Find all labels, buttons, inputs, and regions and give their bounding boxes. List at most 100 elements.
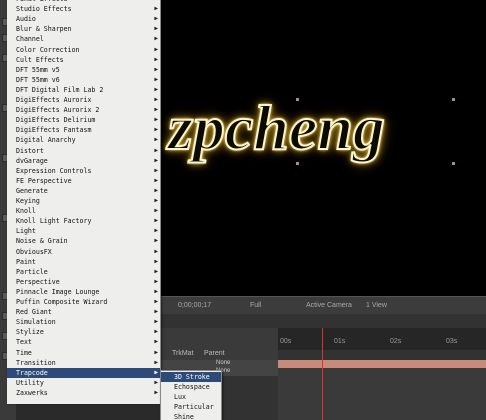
menu-item[interactable]: Knoll Light Factory ▶: [7, 216, 160, 226]
menu-item[interactable]: Cult Effects ▶: [7, 55, 160, 65]
menu-item[interactable]: DFT 55mm v6 ▶: [7, 75, 160, 85]
ruler-tick-label: 00s: [280, 338, 292, 345]
submenu-arrow-icon: ▶: [154, 55, 158, 63]
menu-item-label: Text: [16, 338, 32, 347]
menu-item[interactable]: Red Giant ▶: [7, 307, 160, 317]
submenu-arrow-icon: ▶: [154, 186, 158, 194]
menu-item[interactable]: DFT 55mm v5 ▶: [7, 65, 160, 75]
menu-item[interactable]: Text ▶: [7, 337, 160, 347]
layer-handle[interactable]: [296, 98, 299, 101]
submenu-arrow-icon: ▶: [154, 96, 158, 103]
menu-item[interactable]: Utility ▶: [7, 378, 160, 388]
menu-item[interactable]: DigiEffects Aurorix 2 ▶: [7, 105, 160, 115]
submenu-arrow-icon: ▶: [154, 126, 158, 134]
menu-item-label: Pinnacle Image Lounge: [16, 287, 100, 296]
layer-row[interactable]: None: [160, 360, 278, 368]
ruler-tick-label: 03s: [446, 338, 458, 345]
menu-item-label: Audio: [16, 15, 36, 24]
menu-item-label: Distort: [16, 146, 44, 155]
submenu-arrow-icon: ▶: [154, 378, 158, 386]
menu-item[interactable]: Knoll ▶: [7, 206, 160, 216]
view-layout-dropdown[interactable]: 1 View: [366, 302, 387, 309]
menu-item[interactable]: Color Correction ▶: [7, 45, 160, 55]
menu-item[interactable]: DigiEffects Fantasm ▶: [7, 125, 160, 135]
submenu-item[interactable]: Echospace: [161, 382, 221, 392]
menu-item-label: Keying: [16, 197, 40, 205]
menu-item[interactable]: Audio ▶: [7, 14, 160, 24]
menu-item[interactable]: Generate ▶: [7, 186, 160, 196]
menu-item-label: DigiEffects Aurorix: [16, 96, 92, 104]
composition-text-layer[interactable]: zpcheng: [167, 95, 386, 161]
menu-item-label: Final Effects: [16, 0, 68, 3]
menu-item-label: Zaxwerks: [16, 388, 48, 397]
menu-item[interactable]: Zaxwerks ▶: [7, 388, 160, 398]
menu-item[interactable]: Pinnacle Image Lounge ▶: [7, 287, 160, 297]
menu-item-label: DFT 55mm v6: [16, 75, 60, 84]
menu-item-label: ObviousFX: [16, 247, 52, 256]
submenu-arrow-icon: ▶: [154, 267, 158, 275]
menu-item-label: Particle: [16, 267, 48, 276]
layer-handle[interactable]: [452, 162, 455, 165]
menu-item[interactable]: Channel ▶: [7, 34, 160, 44]
menu-item[interactable]: dvGarage ▶: [7, 156, 160, 166]
submenu-item[interactable]: Shine: [161, 412, 221, 420]
menu-item[interactable]: Time ▶: [7, 348, 160, 358]
menu-item[interactable]: Puffin Composite Wizard ▶: [7, 297, 160, 307]
layer-duration-bar[interactable]: [278, 360, 486, 368]
menu-item-label: Color Correction: [16, 45, 80, 54]
menu-item[interactable]: Expression Controls ▶: [7, 166, 160, 176]
menu-item[interactable]: Blur & Sharpen ▶: [7, 24, 160, 34]
timecode-display[interactable]: 0;00;00;17: [178, 302, 211, 309]
menu-item[interactable]: Distort ▶: [7, 146, 160, 156]
menu-item[interactable]: Light ▶: [7, 226, 160, 236]
layer-handle[interactable]: [452, 98, 455, 101]
camera-dropdown[interactable]: Active Camera: [306, 302, 352, 309]
menu-item[interactable]: DFT Digital Film Lab 2 ▶: [7, 85, 160, 95]
ruler-tick-label: 02s: [390, 338, 402, 345]
menu-item[interactable]: Noise & Grain ▶: [7, 236, 160, 246]
submenu-item[interactable]: Lux: [161, 392, 221, 402]
menu-item[interactable]: Digital Anarchy ▶: [7, 135, 160, 145]
menu-item[interactable]: Transition ▶: [7, 358, 160, 368]
after-effects-window: zpcheng 0;00;00;17 Full Active Camera 1 …: [0, 0, 486, 420]
menu-item[interactable]: Stylize ▶: [7, 327, 160, 337]
submenu-arrow-icon: ▶: [154, 338, 158, 346]
submenu-arrow-icon: ▶: [154, 25, 158, 33]
menu-item[interactable]: Trapcode ▶: [7, 367, 160, 378]
menu-item[interactable]: Particle ▶: [7, 267, 160, 277]
menu-item[interactable]: Paint ▶: [7, 257, 160, 267]
menu-item-label: Blur & Sharpen: [16, 25, 72, 34]
submenu-arrow-icon: ▶: [154, 358, 158, 366]
timeline-track-area[interactable]: [278, 368, 486, 420]
submenu-arrow-icon: ▶: [154, 136, 158, 144]
menu-item[interactable]: Keying ▶: [7, 196, 160, 206]
resolution-dropdown[interactable]: Full: [250, 302, 261, 309]
menu-item-label: dvGarage: [16, 156, 48, 165]
current-time-indicator[interactable]: [322, 328, 323, 420]
parent-dropdown[interactable]: None: [216, 360, 230, 366]
submenu-item[interactable]: Particular: [161, 402, 221, 412]
menu-item-label: Puffin Composite Wizard: [16, 298, 108, 306]
menu-item-label: Trapcode: [16, 368, 48, 377]
menu-item-label: DigiEffects Aurorix 2: [16, 106, 100, 115]
menu-item[interactable]: ObviousFX ▶: [7, 247, 160, 257]
menu-item[interactable]: Simulation ▶: [7, 317, 160, 327]
menu-item[interactable]: Perspective ▶: [7, 277, 160, 287]
menu-item-label: Expression Controls: [16, 166, 92, 175]
submenu-arrow-icon: ▶: [154, 277, 158, 285]
menu-item[interactable]: FE Perspective ▶: [7, 176, 160, 186]
menu-item-label: Knoll Light Factory: [16, 217, 92, 226]
time-ruler[interactable]: 00s 01s 02s 03s: [278, 328, 486, 350]
menu-item[interactable]: Studio Effects ▶: [7, 4, 160, 14]
menu-item[interactable]: DigiEffects Aurorix ▶: [7, 95, 160, 105]
menu-item-label: Transition: [16, 358, 56, 367]
menu-item[interactable]: DigiEffects Delirium ▶: [7, 115, 160, 125]
menu-item-label: DFT 55mm v5: [16, 65, 60, 74]
layer-handle[interactable]: [296, 162, 299, 165]
submenu-item[interactable]: 3D Stroke: [161, 372, 221, 382]
menu-item-label: Studio Effects: [16, 5, 72, 14]
ruler-tick-label: 01s: [334, 338, 346, 345]
submenu-arrow-icon: ▶: [154, 197, 158, 204]
submenu-arrow-icon: ▶: [154, 35, 158, 43]
menu-item-label: Stylize: [16, 328, 44, 337]
